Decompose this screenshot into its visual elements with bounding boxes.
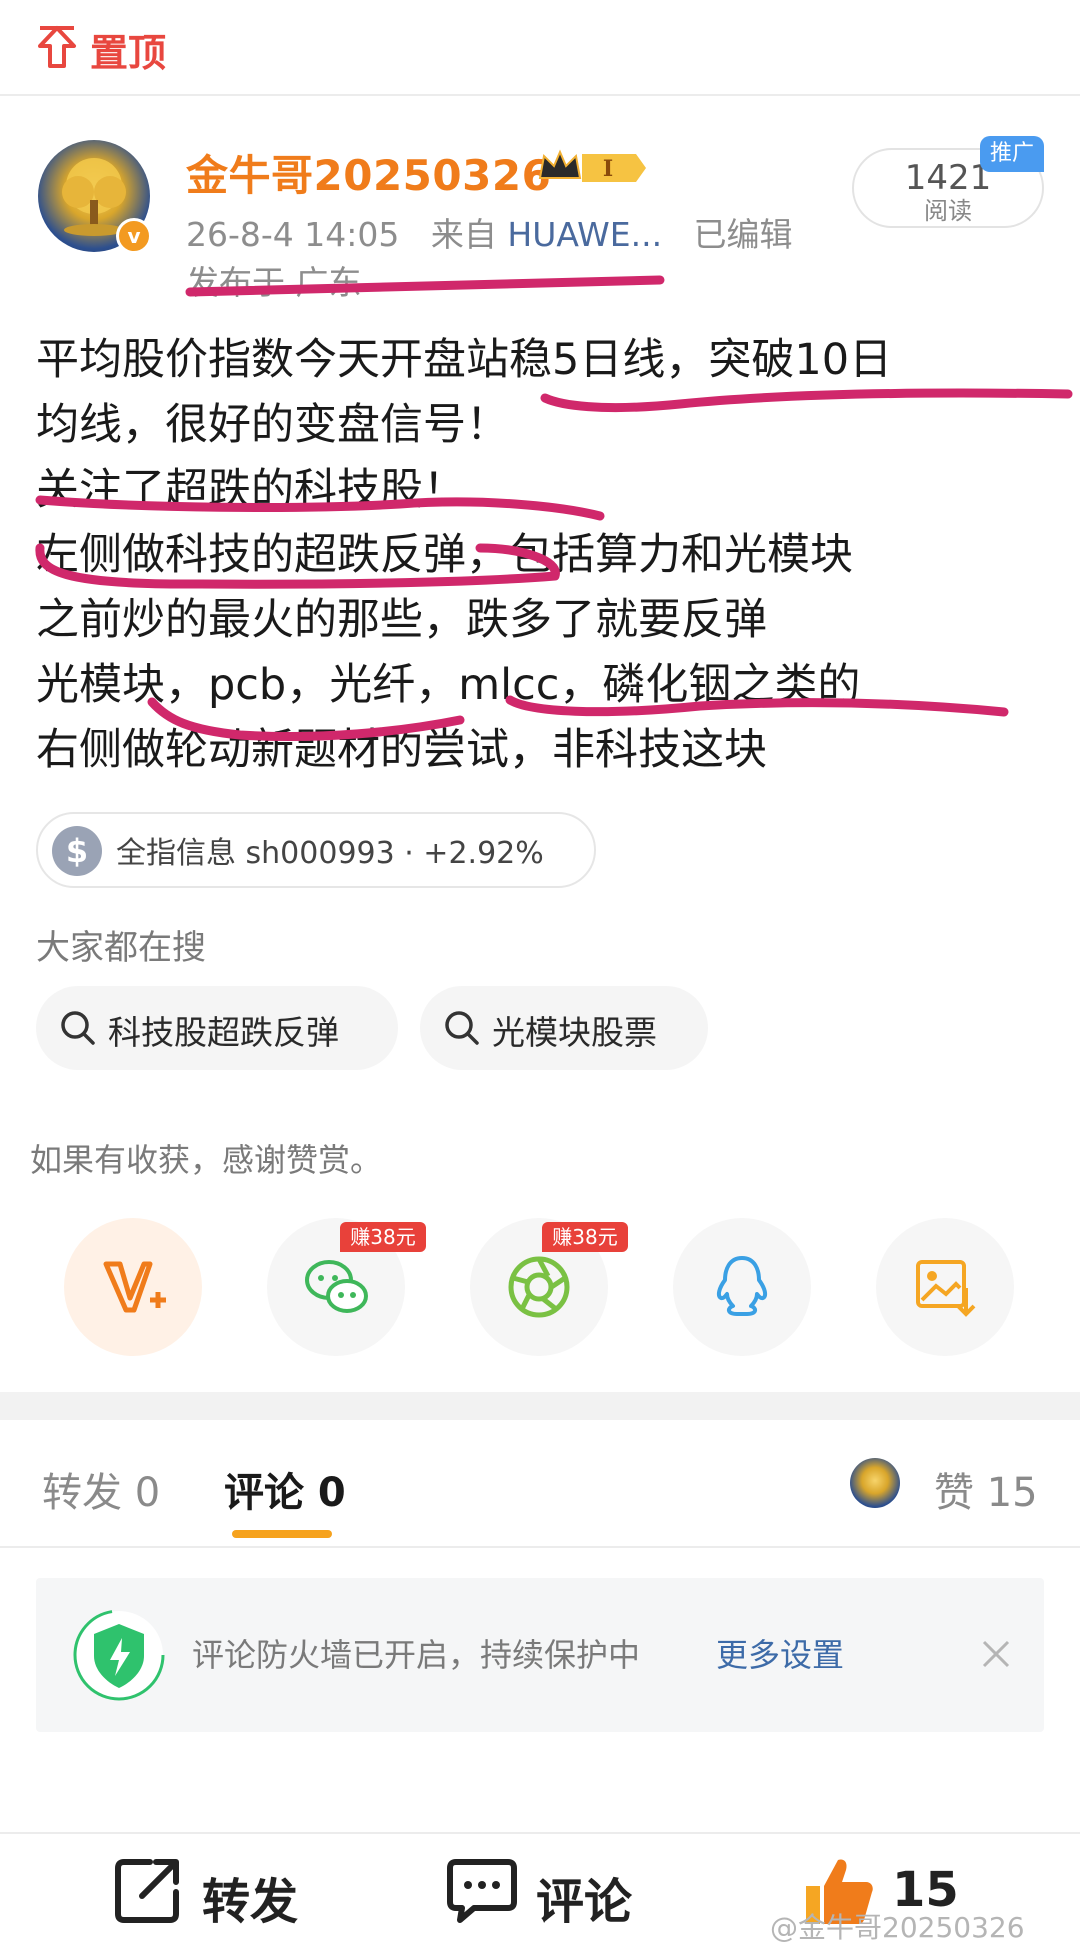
save-image-button[interactable] [876,1218,1014,1356]
post-line: 平均股价指数今天开盘站稳5日线，突破10日 [36,335,893,385]
verified-icon: v [116,218,152,254]
moments-icon [508,1256,570,1318]
tab-repost[interactable]: 转发 0 [42,1460,160,1518]
tab-comment[interactable]: 评论 0 [224,1460,346,1518]
search-title: 大家都在搜 [36,928,206,968]
qq-share-button[interactable] [673,1218,811,1356]
promo-tag: 推广 [980,136,1044,172]
shield-icon [73,1609,165,1701]
search-chip-label: 科技股超跌反弹 [108,1013,339,1052]
post-line: 右侧做轮动新题材的尝试，非科技这块 [36,725,767,775]
post-line: 关注了超跌的科技股！ [36,465,466,515]
timestamp: 26-8-4 14:05 [186,215,400,254]
dollar-icon: $ [52,826,102,876]
repost-label: 转发 [202,1874,299,1930]
comment-label: 评论 [536,1874,633,1930]
liker-avatar[interactable] [850,1458,900,1508]
member-crown-icon[interactable]: I [536,148,648,188]
section-divider [0,1392,1080,1420]
earn-tag: 赚38元 [542,1222,628,1252]
search-chip[interactable]: 科技股超跌反弹 [36,986,398,1070]
edited-label[interactable]: 已编辑 [694,215,793,254]
search-icon [445,1011,479,1045]
repost-button[interactable]: 转发 [110,1852,320,1942]
stock-text: 全指信息 sh000993 · +2.92% [116,836,544,871]
search-icon [61,1011,95,1045]
comment-firewall-banner: 评论防火墙已开启，持续保护中 更多设置 [36,1578,1044,1732]
share-arrow-icon [115,1859,179,1923]
top-bar: 置顶 [0,0,1080,96]
read-label: 阅读 [924,197,972,225]
device-link[interactable]: HUAWE... [507,215,662,254]
watermark: @金牛哥20250326 [770,1911,1025,1944]
from-label: 来自 [430,215,497,254]
comment-button[interactable]: 评论 [444,1852,654,1942]
earn-tag: 赚38元 [340,1222,426,1252]
post-meta: 26-8-4 14:05 来自 HUAWE... 已编辑 [186,208,793,256]
reward-v-plus-icon [103,1261,166,1313]
stock-chip[interactable]: $ 全指信息 sh000993 · +2.92% [36,812,596,888]
firewall-text: 评论防火墙已开启，持续保护中 [192,1636,641,1674]
post-line: 左侧做科技的超跌反弹，包括算力和光模块 [36,530,853,580]
username[interactable]: 金牛哥20250326 [186,142,551,203]
tabs-divider [0,1546,1080,1548]
post-line: 光模块，pcb，光纤，mlcc，磷化铟之类的 [36,660,861,710]
comment-bubble-icon [447,1859,517,1923]
post-line: 均线，很好的变盘信号！ [36,400,509,450]
reward-tip: 如果有收获，感谢赞赏。 [30,1141,383,1179]
pin-top-icon [38,26,76,68]
more-settings-link[interactable]: 更多设置 [716,1630,844,1676]
post-line: 之前炒的最火的那些，跌多了就要反弹 [36,595,767,645]
post-body: 平均股价指数今天开盘站稳5日线，突破10日 均线，很好的变盘信号！ 关注了超跌的… [36,328,1056,783]
save-image-icon [916,1260,976,1317]
tab-like[interactable]: 赞 15 [934,1460,1038,1518]
qq-penguin-icon [716,1256,768,1316]
svg-text:I: I [603,156,613,182]
search-chip-label: 光模块股票 [492,1013,657,1052]
location: 发布于 广东 [186,263,362,302]
active-tab-indicator [232,1530,332,1538]
pin-label: 置顶 [90,31,167,75]
wechat-icon [305,1260,368,1313]
close-icon[interactable] [976,1634,1016,1674]
reward-button[interactable] [64,1218,202,1356]
search-chip[interactable]: 光模块股票 [420,986,708,1070]
